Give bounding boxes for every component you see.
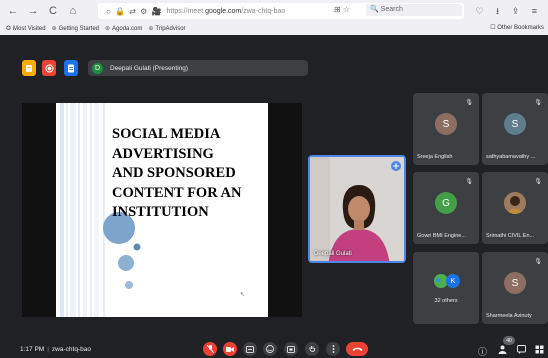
mic-off-icon: 🎙 (534, 179, 542, 185)
slide-title-line: CONTENT FOR AN (112, 184, 242, 201)
url-prefix: https://meet. (166, 7, 206, 15)
bookmarks-bar: ✪ Most Visited ⊕ Getting Started ⊛ Agoda.co… (0, 22, 548, 35)
participant-tile[interactable]: 🎙 G Gowri BMI Engine... (413, 172, 479, 244)
star-icon: ✪ (6, 26, 12, 32)
record-app-icon[interactable] (42, 60, 56, 76)
slide-title-line: SOCIAL MEDIA (112, 126, 221, 142)
page-action-icons[interactable]: ⊞ ☆ (334, 5, 350, 14)
toolbar-right-icons[interactable]: ♡ ⭳ ⇪ ≡ (475, 4, 542, 20)
search-input[interactable]: 🔍 Search (366, 4, 462, 16)
meet-top-bar: D Deepali Gulati (Presenting) (0, 55, 548, 80)
back-icon[interactable]: ← (6, 4, 20, 18)
bookmark-most-visited[interactable]: ✪ Most Visited (6, 25, 46, 32)
mic-off-icon: 🎙 (465, 179, 473, 185)
more-options-button[interactable] (326, 342, 340, 356)
browser-toolbar: ← → C ⌂ ○ 🔒 ⇄ ⚙ 🎥 https://meet.google.co… (0, 0, 548, 35)
url-text: https://meet.google.com/zwa-chtq-bao (167, 8, 286, 15)
info-icon[interactable]: ⓘ (478, 345, 487, 358)
slide-title: SOCIAL MEDIA ADVERTISING AND SPONSORED C… (112, 125, 262, 223)
agoda-icon: ⊛ (105, 26, 111, 32)
url-domain: google.com (205, 7, 242, 15)
participant-name: Deepali Gulati (314, 251, 352, 257)
forward-icon[interactable]: → (26, 4, 40, 18)
bookmark-label: Getting Started (58, 26, 99, 32)
raise-hand-button[interactable] (305, 342, 319, 356)
other-bookmarks[interactable]: ☐ Other Bookmarks (490, 24, 544, 31)
avatar: S (435, 113, 457, 135)
presenting-indicator[interactable]: D Deepali Gulati (Presenting) (88, 60, 308, 76)
meeting-controls-bar: 1:17 PM | zwa-chtq-bao ⓘ (0, 336, 548, 358)
participant-tile[interactable]: 🎙 Srimathi CIVIL En... (482, 172, 548, 244)
chat-icon[interactable] (517, 345, 526, 356)
url-suffix: /zwa-chtq-bao (241, 7, 286, 15)
mic-off-icon: 🎙 (534, 100, 542, 106)
participant-tile[interactable]: 🎙 S sathyabamavathy ... (482, 93, 548, 165)
mic-off-icon: 🎙 (465, 100, 473, 106)
avatar: G (435, 192, 457, 214)
current-time: 1:17 PM (20, 346, 45, 353)
reload-icon[interactable]: C (46, 4, 60, 18)
avatar: S (504, 113, 526, 135)
activities-icon[interactable] (535, 345, 544, 356)
bookmark-agoda[interactable]: ⊛ Agoda.com (105, 25, 142, 32)
camera-off-button[interactable] (223, 342, 237, 356)
present-button[interactable] (284, 342, 298, 356)
participant-name: Sharmeela Avinuty (486, 313, 532, 319)
pin-icon[interactable] (391, 161, 401, 171)
participant-name: Sreeja English (417, 154, 453, 160)
presentation-slide: SOCIAL MEDIA ADVERTISING AND SPONSORED C… (56, 103, 268, 317)
presenting-label: Deepali Gulati (Presenting) (110, 64, 189, 72)
mouse-cursor-icon: ↖ (240, 292, 246, 298)
people-count-badge: 40 (503, 336, 515, 345)
people-icon[interactable] (498, 345, 507, 356)
slide-title-line: ADVERTISING (112, 145, 214, 162)
slide-title-line: AND SPONSORED (112, 165, 236, 181)
meeting-info: 1:17 PM | zwa-chtq-bao (20, 346, 91, 353)
meeting-code: zwa-chtq-bao (51, 346, 91, 353)
participant-name: sathyabamavathy ... (486, 154, 536, 160)
screen-share-area[interactable]: SOCIAL MEDIA ADVERTISING AND SPONSORED C… (22, 103, 302, 317)
globe-icon: ⊕ (148, 26, 154, 32)
avatar: S (504, 272, 526, 294)
bookmark-label: Most Visited (13, 26, 46, 32)
bookmark-label: Agoda.com (112, 26, 143, 32)
slide-title-line: INSTITUTION (112, 204, 209, 220)
bookmark-label: TripAdvisor (155, 26, 186, 32)
globe-icon: ⊕ (51, 26, 57, 32)
participant-tile[interactable]: 🎙 S Sharmeela Avinuty (482, 252, 548, 324)
avatar: K (446, 274, 460, 288)
captions-button[interactable] (243, 342, 257, 356)
docs-app-icon[interactable] (64, 60, 78, 76)
mic-off-button[interactable] (203, 342, 217, 356)
participant-tile[interactable]: 🎙 S Sreeja English (413, 93, 479, 165)
mic-off-icon: 🎙 (534, 259, 542, 265)
end-call-button[interactable] (346, 342, 368, 356)
others-tile[interactable]: K 32 others (413, 252, 479, 324)
avatar: D (92, 62, 103, 74)
participant-name: Gowri BMI Engine... (417, 233, 466, 239)
participant-name: Srimathi CIVIL En... (486, 233, 535, 239)
separator: | (47, 346, 49, 353)
site-info-icons[interactable]: ○ 🔒 ⇄ ⚙ 🎥 (106, 7, 163, 16)
emoji-button[interactable] (263, 342, 277, 356)
keep-app-icon[interactable] (22, 60, 36, 76)
self-video-image (310, 157, 404, 261)
bookmark-tripadvisor[interactable]: ⊕ TripAdvisor (148, 25, 185, 32)
bookmark-getting-started[interactable]: ⊕ Getting Started (52, 25, 99, 32)
avatar (504, 192, 526, 214)
home-icon[interactable]: ⌂ (66, 4, 80, 18)
address-bar[interactable]: ○ 🔒 ⇄ ⚙ 🎥 https://meet.google.com/zwa-ch… (98, 3, 464, 19)
others-count: 32 others (434, 298, 458, 304)
self-video-tile[interactable]: Deepali Gulati (308, 155, 406, 263)
